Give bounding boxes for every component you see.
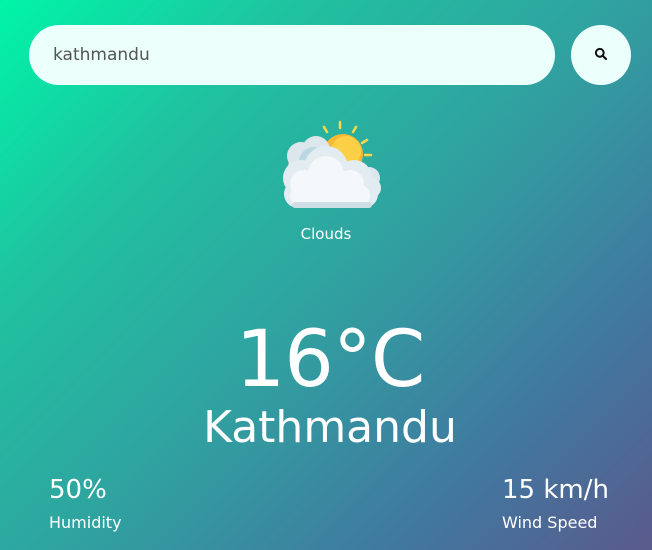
weather-condition: Clouds: [300, 225, 352, 243]
humidity-label: Humidity: [49, 513, 122, 532]
clouds-sun-icon: [276, 118, 384, 212]
humidity-detail: 50% Humidity: [49, 474, 122, 533]
wind-detail: 15 km/h Wind Speed: [502, 474, 609, 533]
search-button[interactable]: [571, 25, 631, 85]
weather-card: Clouds 16°C Kathmandu 50% Humidity 15 km…: [0, 0, 652, 550]
wind-label: Wind Speed: [502, 513, 598, 532]
search-input[interactable]: [29, 25, 555, 85]
city-name: Kathmandu: [203, 401, 457, 453]
search-icon: [594, 47, 608, 64]
wind-value: 15 km/h: [502, 475, 609, 505]
humidity-value: 50%: [49, 475, 107, 505]
temperature: 16°C: [235, 315, 426, 406]
